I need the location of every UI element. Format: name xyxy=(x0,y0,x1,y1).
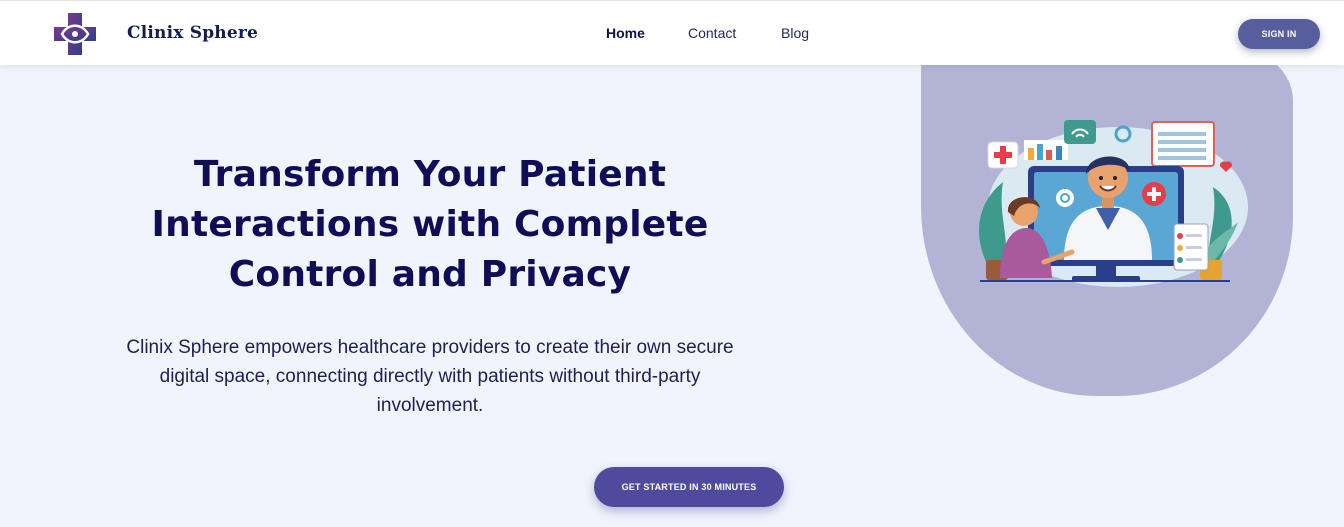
sign-in-button[interactable]: SIGN IN xyxy=(1238,19,1320,49)
medical-cross-logo-icon[interactable] xyxy=(54,13,96,55)
nav-link-blog[interactable]: Blog xyxy=(781,25,809,41)
hero-title: Transform Your Patient Interactions with… xyxy=(151,154,709,295)
brand-name[interactable]: Clinix Sphere xyxy=(127,23,258,43)
hero-subtitle: Clinix Sphere empowers healthcare provid… xyxy=(126,337,734,416)
nav-link-home[interactable]: Home xyxy=(606,25,645,41)
nav-link-contact[interactable]: Contact xyxy=(688,25,736,41)
get-started-button[interactable]: GET STARTED IN 30 MINUTES xyxy=(594,467,784,507)
top-navigation-bar: Clinix Sphere Home Contact Blog SIGN IN xyxy=(0,0,1344,65)
doctor-telemedicine-illustration xyxy=(979,120,1248,287)
